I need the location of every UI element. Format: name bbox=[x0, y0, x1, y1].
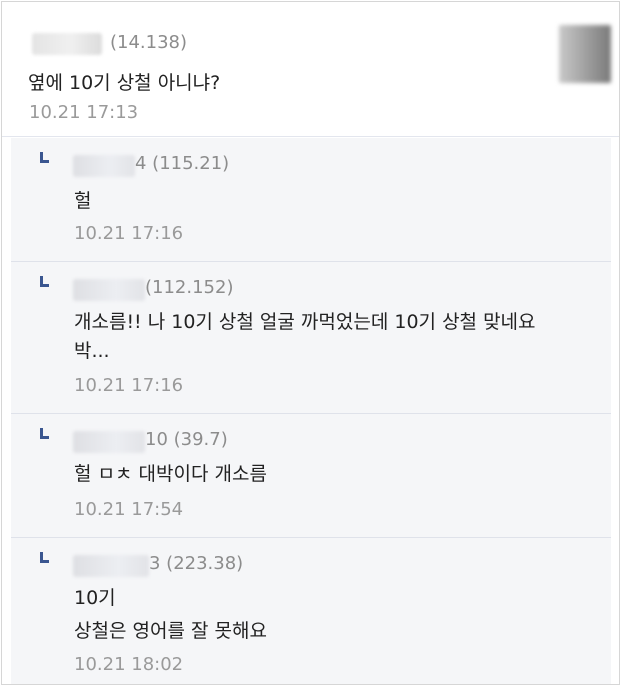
reply-ip: 10 (39.7) bbox=[145, 429, 228, 450]
reply-arrow-icon bbox=[40, 276, 49, 287]
reply-time: 10.21 17:16 bbox=[74, 375, 184, 396]
reply-text-line2: 상철은 영어를 잘 못해요 bbox=[74, 620, 267, 642]
reply-text: 헐 bbox=[74, 190, 92, 212]
reply-text-line1: 개소름!! 나 10기 상철 얼굴 까먹었는데 10기 상철 맞네요 bbox=[74, 311, 536, 333]
reply-time: 10.21 17:16 bbox=[74, 223, 184, 244]
blurred-nickname bbox=[32, 33, 102, 55]
reply-arrow-icon bbox=[40, 152, 49, 163]
comment-ip: (14.138) bbox=[110, 32, 188, 53]
reply-item: 4 (115.21) 헐 10.21 17:16 bbox=[11, 138, 611, 262]
reply-ip: 4 (115.21) bbox=[135, 153, 230, 174]
main-comment: (14.138) 옆에 10기 상철 아니냐? 10.21 17:13 bbox=[2, 2, 619, 137]
reply-item: 3 (223.38) 10기 상철은 영어를 잘 못해요 10.21 18:02 bbox=[11, 538, 611, 684]
blurred-avatar bbox=[559, 25, 611, 83]
comment-thread: (14.138) 옆에 10기 상철 아니냐? 10.21 17:13 4 (1… bbox=[1, 1, 620, 685]
reply-text: 헐 ㅁㅊ 대박이다 개소름 bbox=[74, 463, 267, 485]
reply-ip: 3 (223.38) bbox=[149, 553, 244, 574]
reply-arrow-icon bbox=[40, 552, 49, 563]
reply-time: 10.21 17:54 bbox=[74, 499, 184, 520]
reply-text-line2: 박... bbox=[74, 340, 110, 362]
comment-time: 10.21 17:13 bbox=[29, 102, 139, 123]
reply-time: 10.21 18:02 bbox=[74, 654, 184, 675]
reply-arrow-icon bbox=[40, 428, 49, 439]
blurred-nickname bbox=[73, 155, 135, 177]
reply-list: 4 (115.21) 헐 10.21 17:16 (112.152) 개소름!!… bbox=[11, 138, 611, 684]
comment-text: 옆에 10기 상철 아니냐? bbox=[28, 72, 221, 94]
reply-text-line1: 10기 bbox=[74, 587, 116, 609]
reply-ip: (112.152) bbox=[145, 277, 234, 298]
blurred-nickname bbox=[73, 431, 145, 453]
reply-item: 10 (39.7) 헐 ㅁㅊ 대박이다 개소름 10.21 17:54 bbox=[11, 414, 611, 538]
blurred-nickname bbox=[73, 279, 145, 301]
reply-item: (112.152) 개소름!! 나 10기 상철 얼굴 까먹었는데 10기 상철… bbox=[11, 262, 611, 414]
blurred-nickname bbox=[73, 555, 149, 577]
